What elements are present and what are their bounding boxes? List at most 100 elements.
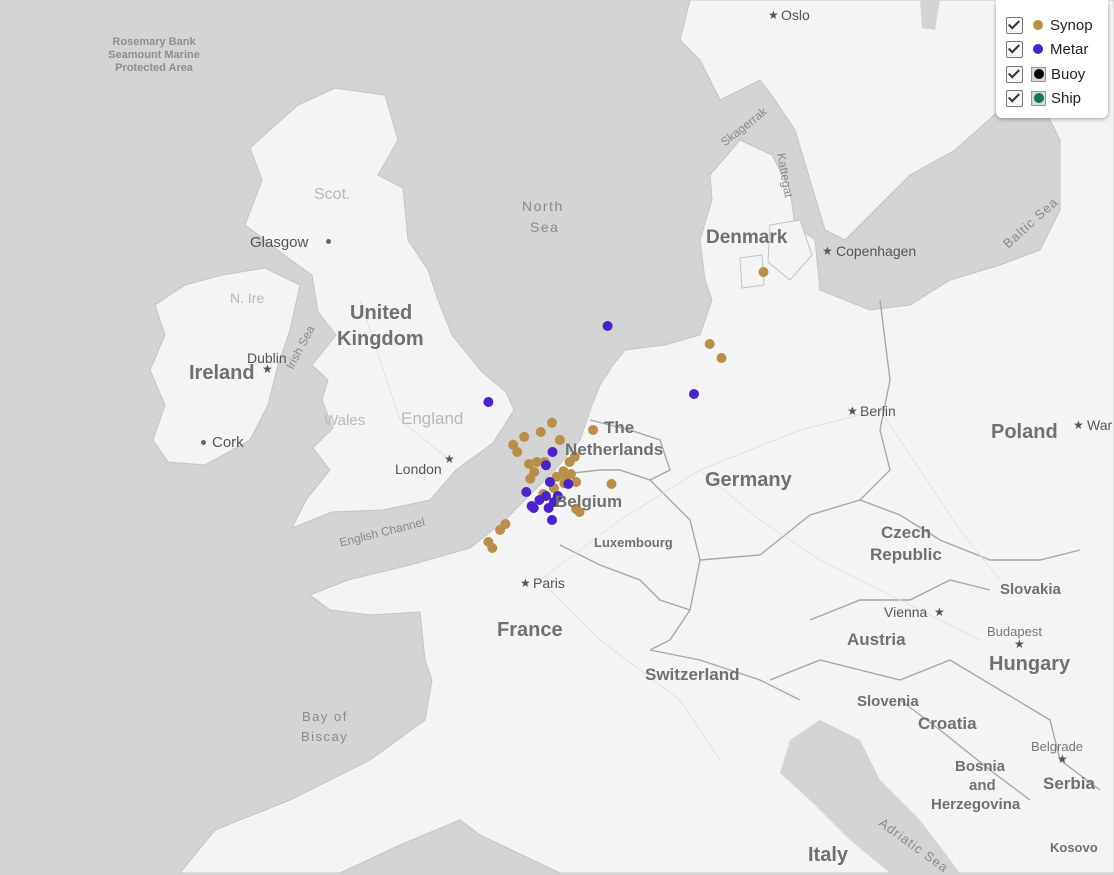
label-paris: Paris: [533, 575, 565, 591]
metar-station-marker[interactable]: [528, 503, 539, 513]
label-czech-2: Republic: [870, 545, 942, 564]
legend-row-synop[interactable]: Synop: [1006, 15, 1093, 35]
label-ireland: Ireland: [189, 362, 255, 384]
synop-station-marker[interactable]: [606, 479, 617, 489]
legend-row-metar[interactable]: Metar: [1006, 39, 1088, 59]
star-vienna: ★: [934, 605, 945, 619]
metar-marker-icon: [1031, 42, 1045, 56]
metar-station-marker[interactable]: [563, 479, 574, 489]
synop-station-marker[interactable]: [535, 427, 546, 437]
label-czech-1: Czech: [881, 523, 932, 542]
label-north-sea-2: Sea: [530, 219, 560, 235]
label-north-sea-1: North: [522, 198, 564, 214]
synop-station-marker[interactable]: [716, 353, 727, 363]
label-scotland: Scot.: [314, 186, 351, 203]
label-netherlands-1: The: [604, 418, 635, 437]
label-poland: Poland: [991, 421, 1058, 443]
synop-marker-icon: [1031, 18, 1045, 32]
metar-station-marker[interactable]: [541, 491, 551, 501]
label-italy: Italy: [808, 844, 849, 866]
label-warsaw: War: [1087, 417, 1113, 433]
label-slovenia: Slovenia: [857, 693, 919, 710]
synop-station-marker[interactable]: [704, 339, 715, 349]
star-budapest: ★: [1014, 637, 1025, 651]
label-n-ireland: N. Ire: [230, 290, 265, 306]
metar-station-marker[interactable]: [547, 515, 557, 525]
label-rosemary-bank: Rosemary Bank Seamount Marine Protected …: [108, 36, 200, 74]
label-denmark: Denmark: [706, 227, 788, 248]
dot-icon: [1033, 69, 1044, 79]
synop-station-marker[interactable]: [588, 425, 599, 435]
metar-station-marker[interactable]: [689, 389, 699, 399]
metar-station-marker[interactable]: [521, 487, 532, 497]
synop-station-marker[interactable]: [487, 543, 498, 553]
label-croatia: Croatia: [918, 714, 977, 733]
label-serbia: Serbia: [1043, 774, 1095, 793]
synop-station-marker[interactable]: [758, 267, 769, 277]
star-berlin: ★: [847, 404, 858, 418]
ship-checkbox[interactable]: [1006, 89, 1023, 107]
synop-checkbox[interactable]: [1006, 16, 1023, 34]
buoy-checkbox[interactable]: [1006, 65, 1023, 83]
star-copenhagen: ★: [822, 244, 833, 258]
label-hungary: Hungary: [989, 653, 1071, 675]
label-switzerland: Switzerland: [645, 665, 740, 684]
label-bosnia-1: Bosnia: [955, 758, 1006, 775]
label-vienna: Vienna: [884, 604, 928, 620]
legend-label-buoy: Buoy: [1051, 65, 1086, 83]
star-warsaw: ★: [1073, 418, 1084, 432]
label-england: England: [401, 409, 464, 428]
metar-station-marker[interactable]: [602, 321, 613, 331]
label-bosnia-2: and: [969, 777, 996, 794]
legend-label-synop: Synop: [1050, 16, 1093, 34]
dot-icon: [1033, 93, 1044, 103]
label-bay-of-biscay-1: Bay of: [302, 709, 348, 724]
label-bay-of-biscay-2: Biscay: [301, 729, 349, 744]
synop-station-marker[interactable]: [547, 417, 557, 428]
label-netherlands-2: Netherlands: [565, 440, 664, 459]
label-luxembourg: Luxembourg: [594, 535, 673, 550]
legend-row-buoy[interactable]: Buoy: [1006, 64, 1085, 84]
synop-station-marker[interactable]: [519, 431, 530, 442]
metar-station-marker[interactable]: [483, 397, 494, 407]
legend-label-ship: Ship: [1051, 89, 1082, 107]
label-germany: Germany: [705, 469, 792, 491]
label-cork: Cork: [212, 434, 244, 451]
synop-station-marker[interactable]: [512, 447, 523, 457]
ship-marker-icon: [1031, 90, 1046, 106]
metar-station-marker[interactable]: [547, 447, 558, 457]
star-london: ★: [444, 452, 455, 466]
label-oslo: Oslo: [781, 7, 810, 23]
label-slovakia: Slovakia: [1000, 581, 1061, 598]
star-paris: ★: [520, 576, 531, 590]
label-wales: Wales: [324, 412, 366, 429]
map-canvas[interactable]: [0, 0, 1114, 873]
label-glasgow: Glasgow: [250, 234, 309, 251]
label-copenhagen: Copenhagen: [836, 243, 917, 259]
synop-station-marker[interactable]: [495, 525, 506, 535]
label-bosnia-3: Herzegovina: [931, 796, 1021, 813]
star-dublin: ★: [262, 362, 273, 376]
metar-station-marker[interactable]: [544, 477, 555, 487]
label-berlin: Berlin: [860, 403, 896, 419]
label-france: France: [497, 619, 563, 641]
dot-icon: [1033, 20, 1043, 30]
label-kosovo: Kosovo: [1050, 840, 1098, 855]
label-austria: Austria: [847, 630, 906, 649]
label-belgium: Belgium: [555, 492, 623, 511]
synop-station-marker[interactable]: [525, 473, 536, 484]
buoy-marker-icon: [1031, 66, 1046, 82]
legend-label-metar: Metar: [1050, 40, 1089, 58]
label-london: London: [395, 461, 442, 477]
star-oslo: ★: [768, 8, 779, 22]
metar-station-marker[interactable]: [541, 460, 551, 471]
metar-checkbox[interactable]: [1006, 40, 1023, 58]
legend-row-ship[interactable]: Ship: [1006, 88, 1081, 108]
label-uk-line2: Kingdom: [337, 328, 424, 350]
dot-icon: [1033, 44, 1043, 54]
station-type-legend: Synop Metar Buoy Ship: [996, 0, 1108, 118]
city-dot-cork: [201, 440, 206, 445]
star-belgrade: ★: [1057, 752, 1068, 766]
city-dot-glasgow: [326, 239, 331, 244]
synop-station-marker[interactable]: [554, 435, 565, 445]
